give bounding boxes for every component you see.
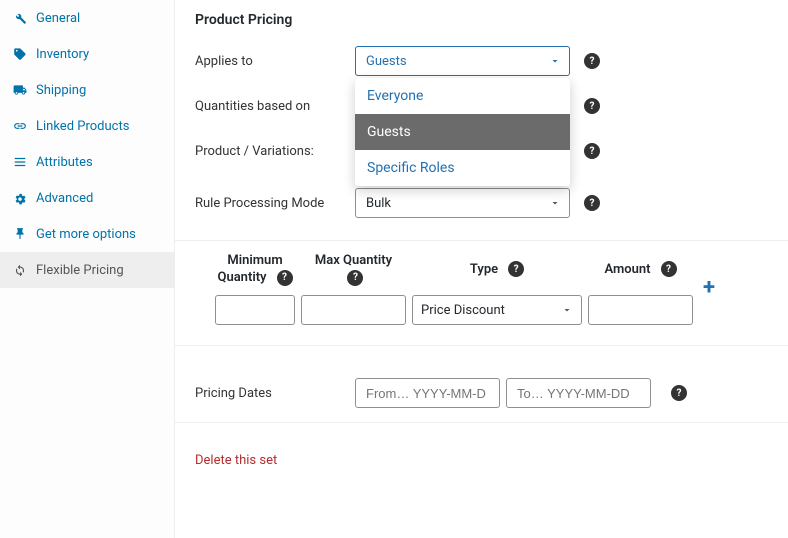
max-qty-input[interactable] bbox=[301, 295, 406, 325]
add-rule-button[interactable]: + bbox=[699, 275, 719, 300]
help-icon[interactable]: ? bbox=[661, 261, 677, 277]
variations-label: Product / Variations: bbox=[195, 144, 355, 159]
mode-label: Rule Processing Mode bbox=[195, 196, 355, 211]
sidebar-item-label: Get more options bbox=[36, 227, 136, 242]
help-icon[interactable]: ? bbox=[584, 98, 600, 114]
col-max-header: Max Quantity ? bbox=[315, 251, 392, 287]
min-qty-input[interactable] bbox=[215, 295, 295, 325]
delete-set-link[interactable]: Delete this set bbox=[195, 453, 768, 468]
link-icon bbox=[12, 118, 28, 134]
dates-label: Pricing Dates bbox=[195, 386, 355, 401]
col-type-header: Type ? bbox=[470, 251, 524, 287]
sidebar-item-label: Advanced bbox=[36, 191, 93, 206]
help-icon[interactable]: ? bbox=[508, 261, 524, 277]
panel-title: Product Pricing bbox=[195, 12, 768, 28]
col-min-header: Minimum Quantity? bbox=[217, 251, 292, 287]
applies-to-dropdown: Everyone Guests Specific Roles bbox=[355, 78, 570, 186]
sidebar-item-getmore[interactable]: Get more options bbox=[0, 216, 174, 252]
amount-input[interactable] bbox=[588, 295, 693, 325]
dropdown-option-roles[interactable]: Specific Roles bbox=[355, 150, 570, 186]
help-icon[interactable]: ? bbox=[347, 270, 363, 286]
sidebar-item-attributes[interactable]: Attributes bbox=[0, 144, 174, 180]
sidebar-item-flexible-pricing[interactable]: Flexible Pricing bbox=[0, 252, 174, 288]
help-icon[interactable]: ? bbox=[584, 143, 600, 159]
col-amount-header: Amount ? bbox=[604, 251, 676, 287]
refresh-icon bbox=[12, 262, 28, 278]
list-icon bbox=[12, 154, 28, 170]
sidebar-item-advanced[interactable]: Advanced bbox=[0, 180, 174, 216]
sidebar-item-label: Attributes bbox=[36, 155, 93, 170]
pin-icon bbox=[12, 226, 28, 242]
chevron-down-icon bbox=[561, 304, 573, 316]
divider bbox=[175, 240, 788, 241]
applies-to-value: Guests bbox=[366, 54, 407, 69]
type-select[interactable]: Price Discount bbox=[412, 295, 582, 325]
sidebar-item-linked[interactable]: Linked Products bbox=[0, 108, 174, 144]
sidebar-item-label: Inventory bbox=[36, 47, 89, 62]
help-icon[interactable]: ? bbox=[671, 385, 687, 401]
chevron-down-icon bbox=[549, 197, 561, 209]
rule-row: Minimum Quantity? Max Quantity ? Type ? bbox=[215, 251, 768, 325]
dropdown-option-everyone[interactable]: Everyone bbox=[355, 78, 570, 114]
sidebar-item-label: General bbox=[36, 11, 80, 26]
sidebar-item-label: Linked Products bbox=[36, 119, 129, 134]
type-value: Price Discount bbox=[421, 303, 505, 318]
sidebar-item-label: Shipping bbox=[36, 83, 86, 98]
truck-icon bbox=[12, 82, 28, 98]
sidebar-item-general[interactable]: General bbox=[0, 0, 174, 36]
sidebar-item-inventory[interactable]: Inventory bbox=[0, 36, 174, 72]
mode-value: Bulk bbox=[366, 196, 391, 211]
quantities-label: Quantities based on bbox=[195, 99, 355, 114]
sidebar-item-shipping[interactable]: Shipping bbox=[0, 72, 174, 108]
applies-to-label: Applies to bbox=[195, 54, 355, 69]
gear-icon bbox=[12, 190, 28, 206]
mode-select[interactable]: Bulk bbox=[355, 188, 570, 218]
applies-to-select[interactable]: Guests bbox=[355, 46, 570, 76]
wrench-icon bbox=[12, 10, 28, 26]
divider bbox=[175, 422, 788, 423]
sidebar: General Inventory Shipping Linked Produc… bbox=[0, 0, 175, 538]
help-icon[interactable]: ? bbox=[277, 270, 293, 286]
help-icon[interactable]: ? bbox=[584, 195, 600, 211]
tag-icon bbox=[12, 46, 28, 62]
chevron-down-icon bbox=[549, 55, 561, 67]
help-icon[interactable]: ? bbox=[584, 53, 600, 69]
main-panel: Product Pricing Applies to Guests Everyo… bbox=[175, 0, 788, 538]
dropdown-option-guests[interactable]: Guests bbox=[355, 114, 570, 150]
date-to-input[interactable] bbox=[506, 378, 651, 408]
date-from-input[interactable] bbox=[355, 378, 500, 408]
sidebar-item-label: Flexible Pricing bbox=[36, 263, 124, 278]
